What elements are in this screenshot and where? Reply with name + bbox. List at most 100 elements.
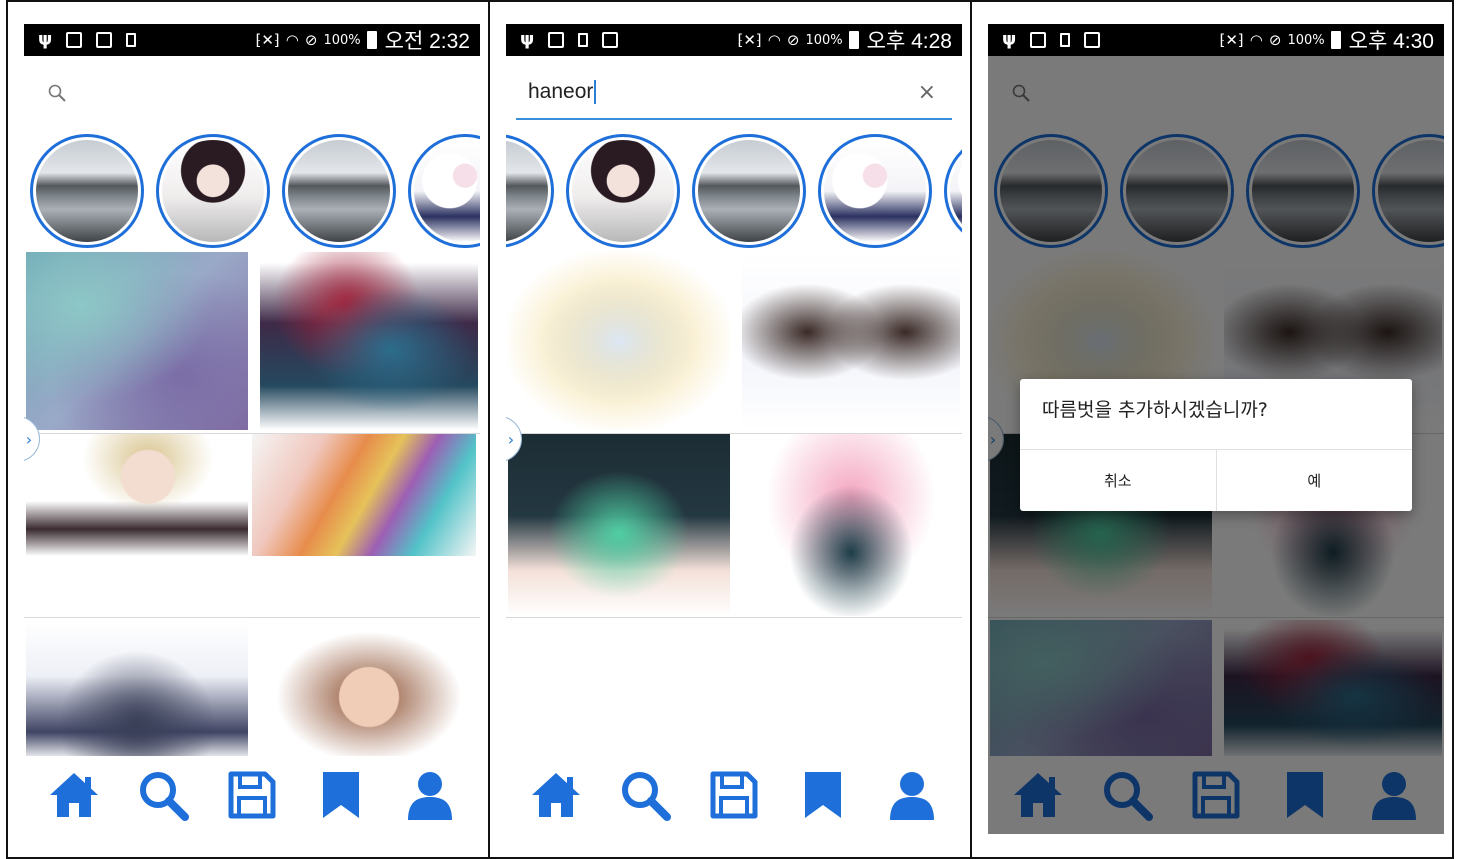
artwork-thumbnail[interactable] — [508, 434, 730, 616]
story-avatar[interactable] — [156, 134, 270, 248]
story-avatar[interactable] — [30, 134, 144, 248]
chevron-right-icon: › — [507, 429, 515, 449]
artwork-thumbnail[interactable] — [508, 252, 730, 430]
avatar-image — [506, 140, 548, 242]
artwork-thumbnail[interactable] — [26, 620, 248, 760]
bookmark-icon — [796, 768, 850, 822]
artwork-thumbnail[interactable] — [260, 252, 478, 430]
clock: 오전 2:32 — [384, 30, 470, 53]
text-cursor — [594, 80, 597, 105]
wifi-icon: ◠ — [767, 31, 781, 49]
nav-search-button[interactable] — [615, 765, 675, 825]
battery-percent: 100% — [1287, 32, 1325, 48]
confirm-button[interactable]: 예 — [1215, 450, 1413, 511]
avatar-image — [414, 140, 480, 242]
artwork-thumbnail[interactable] — [742, 252, 960, 430]
save-icon — [707, 768, 761, 822]
status-bar: ψ ⁅✕⁆ ◠ ⊘ 100% 오후 4:30 — [988, 24, 1444, 56]
clear-icon[interactable]: × — [918, 80, 936, 105]
story-avatar[interactable] — [566, 134, 680, 248]
status-bar: ψ ⁅✕⁆ ◠ ⊘ 100% 오후 4:28 — [506, 24, 962, 56]
artwork-thumbnail[interactable] — [260, 620, 478, 760]
image-grid-row — [506, 252, 962, 434]
status-bar: ψ ⁅✕⁆ ◠ ⊘ 100% 오전 2:32 — [24, 24, 480, 56]
add-follow-dialog: 따름벗을 추가하시겠습니까? 취소 예 — [1020, 379, 1412, 511]
image-grid-row — [24, 620, 480, 760]
battery-saver-icon — [1060, 33, 1071, 47]
search-bar[interactable] — [24, 56, 480, 126]
nav-search-button[interactable] — [133, 765, 193, 825]
artwork-thumbnail[interactable] — [252, 434, 476, 556]
story-avatar[interactable] — [506, 134, 554, 248]
avatar-image — [572, 140, 674, 242]
battery-saver-icon — [126, 33, 137, 47]
profile-icon — [403, 768, 457, 822]
wifi-icon: ◠ — [285, 31, 299, 49]
vibrate-icon: ⁅✕⁆ — [1219, 31, 1244, 49]
wifi-icon: ◠ — [1249, 31, 1263, 49]
nav-profile-button[interactable] — [882, 765, 942, 825]
battery-icon — [848, 31, 859, 49]
nav-bookmark-button[interactable] — [793, 765, 853, 825]
phone-screen-1: ψ ⁅✕⁆ ◠ ⊘ 100% 오전 2:32 › — [24, 24, 480, 834]
search-query: haneor — [528, 80, 594, 103]
search-input[interactable]: haneor — [528, 80, 597, 105]
bottom-navigation — [24, 756, 480, 834]
clock: 오후 4:30 — [1348, 30, 1434, 53]
avatar-image — [36, 140, 138, 242]
cancel-button[interactable]: 취소 — [1020, 450, 1216, 511]
story-avatar[interactable] — [818, 134, 932, 248]
gallery-icon — [66, 32, 83, 48]
avatar-image — [162, 140, 264, 242]
dialog-message: 따름벗을 추가하시겠습니까? — [1042, 399, 1268, 421]
nav-save-button[interactable] — [222, 765, 282, 825]
story-avatar[interactable] — [692, 134, 806, 248]
artwork-thumbnail[interactable] — [742, 434, 960, 616]
nav-bookmark-button[interactable] — [311, 765, 371, 825]
usb-icon: ψ — [520, 29, 535, 50]
following-story-row[interactable] — [24, 132, 480, 250]
search-bar: haneor × — [506, 56, 962, 126]
image-grid-row — [24, 434, 480, 618]
block-icon: ⊘ — [786, 31, 800, 49]
nav-profile-button[interactable] — [400, 765, 460, 825]
image-grid-row — [24, 252, 480, 434]
clock: 오후 4:28 — [866, 30, 952, 53]
bookmark-icon — [314, 768, 368, 822]
usb-icon: ψ — [1002, 29, 1017, 50]
avatar-image — [698, 140, 800, 242]
search-icon — [136, 768, 190, 822]
nav-home-button[interactable] — [44, 765, 104, 825]
avatar-image — [824, 140, 926, 242]
story-avatar[interactable] — [408, 134, 480, 248]
block-icon: ⊘ — [304, 31, 318, 49]
search-icon[interactable] — [48, 84, 66, 102]
battery-icon — [1330, 31, 1341, 49]
avatar-image — [288, 140, 390, 242]
dialog-actions: 취소 예 — [1020, 449, 1412, 511]
chevron-right-icon: › — [25, 429, 33, 449]
battery-icon — [366, 31, 377, 49]
nav-save-button[interactable] — [704, 765, 764, 825]
battery-percent: 100% — [805, 32, 843, 48]
block-icon: ⊘ — [1268, 31, 1282, 49]
sim-off-icon — [602, 32, 619, 48]
search-field[interactable]: haneor × — [516, 74, 952, 120]
gallery-icon — [1030, 32, 1047, 48]
save-icon — [225, 768, 279, 822]
following-story-row[interactable] — [506, 132, 962, 250]
bottom-navigation — [506, 756, 962, 834]
home-icon — [47, 768, 101, 822]
vibrate-icon: ⁅✕⁆ — [737, 31, 762, 49]
story-avatar[interactable] — [282, 134, 396, 248]
avatar-image — [950, 140, 962, 242]
artwork-thumbnail[interactable] — [26, 252, 248, 430]
profile-icon — [885, 768, 939, 822]
phone-screen-2: ψ ⁅✕⁆ ◠ ⊘ 100% 오후 4:28 haneor × › — [506, 24, 962, 834]
nav-home-button[interactable] — [526, 765, 586, 825]
home-icon — [529, 768, 583, 822]
sim-off-icon — [1084, 32, 1101, 48]
search-icon — [618, 768, 672, 822]
artwork-thumbnail[interactable] — [26, 434, 248, 556]
story-avatar[interactable] — [944, 134, 962, 248]
